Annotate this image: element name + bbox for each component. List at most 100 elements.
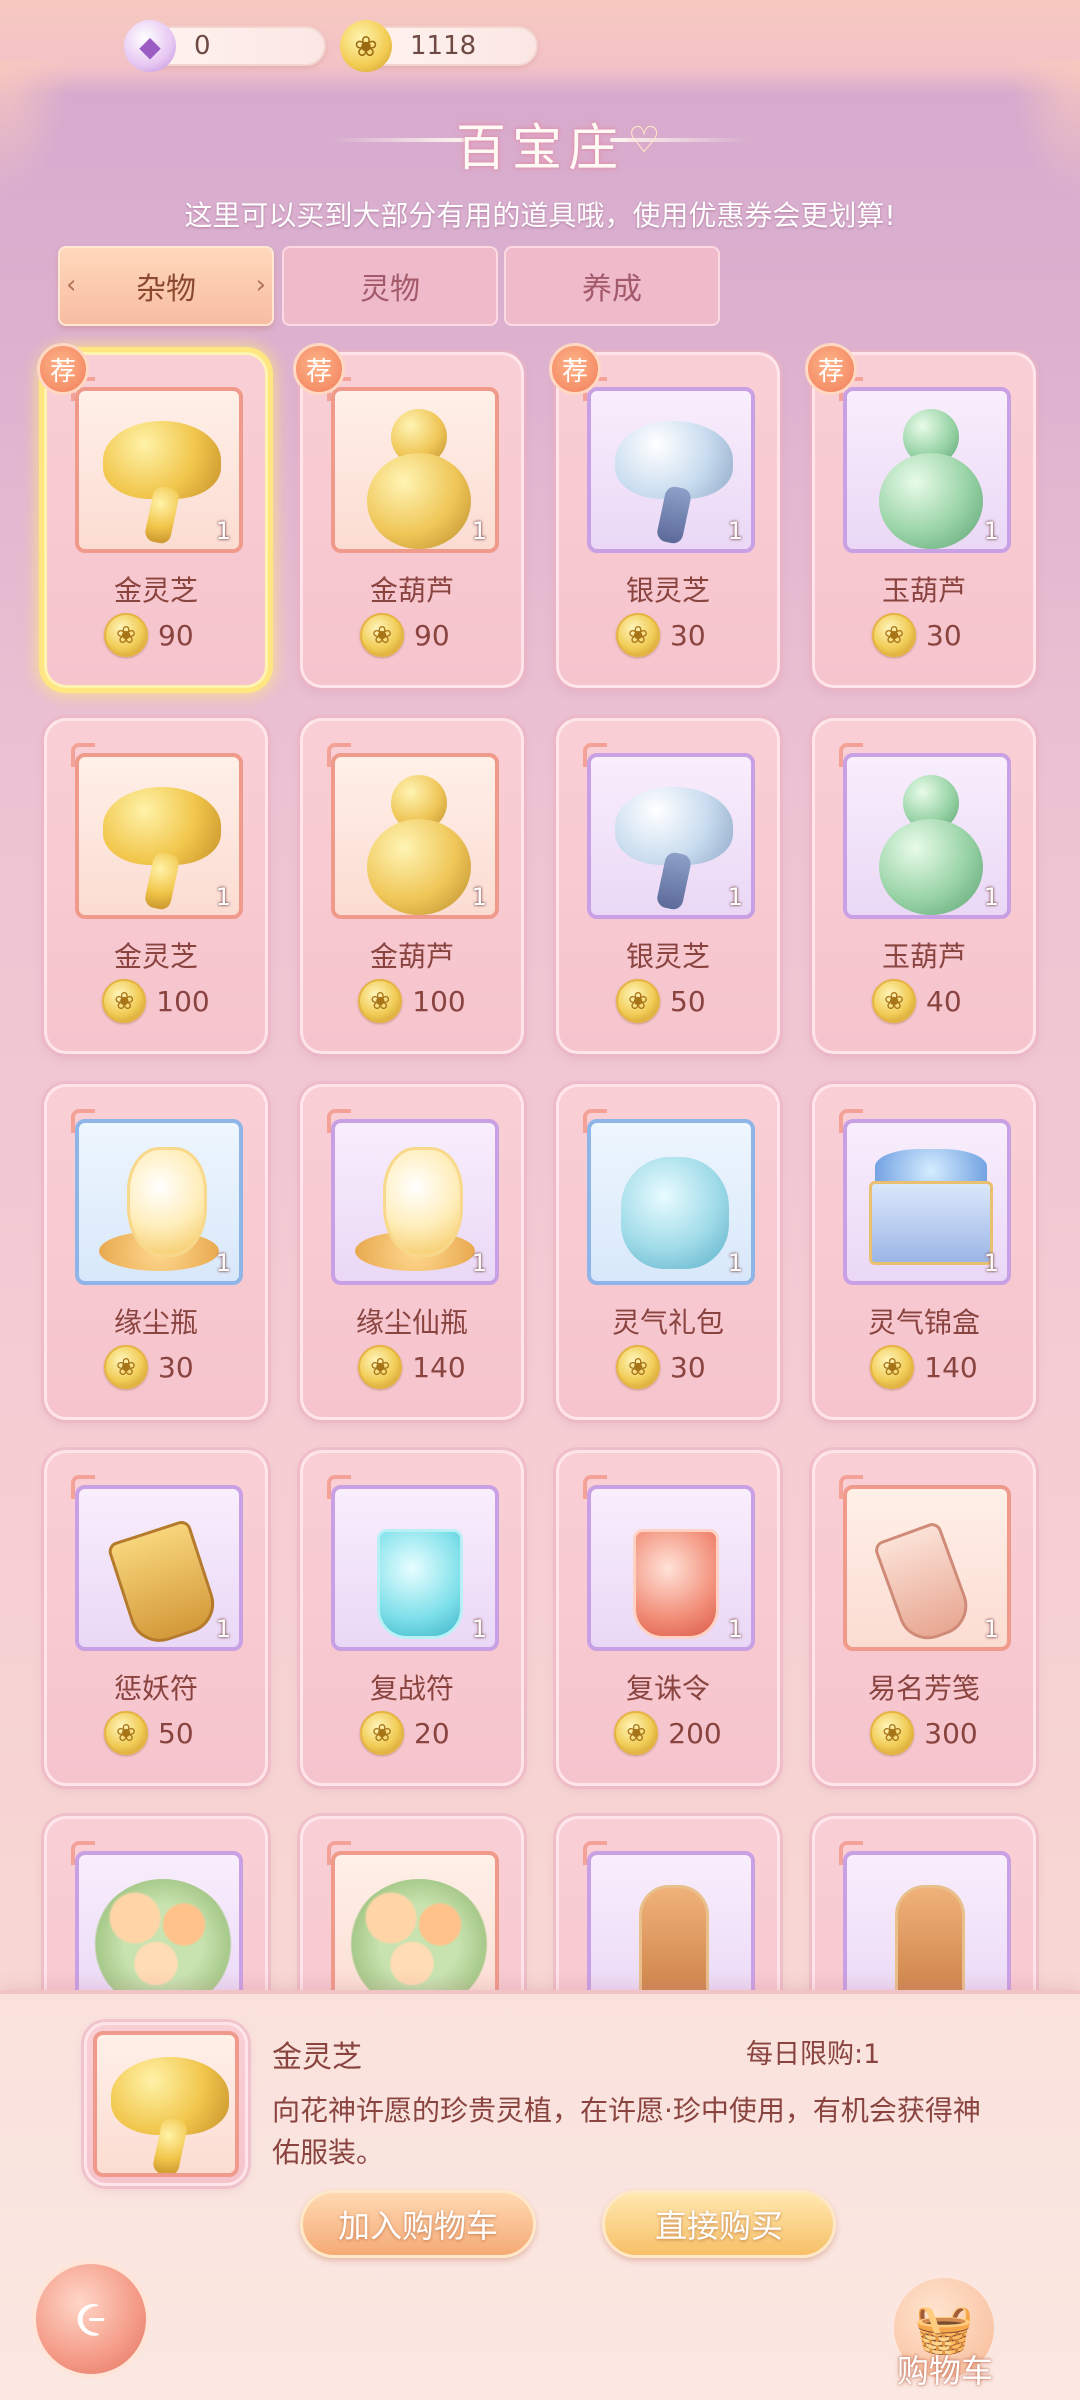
item-name: 易名芳笺 (867, 1672, 980, 1705)
item-image: 1 (587, 1119, 755, 1285)
item-quantity: 1 (215, 1615, 231, 1643)
shop-item-card[interactable]: 1 玉葫芦 ❀ 30 荐 (805, 343, 1036, 688)
cart-label[interactable]: 购物车 (880, 2346, 1010, 2392)
gourd-body (367, 819, 471, 915)
item-quantity: 1 (727, 883, 743, 911)
frame-corner-decoration (327, 743, 351, 767)
shop-item-card[interactable]: 1 易名芳笺 ❀ 300 (812, 1450, 1036, 1786)
recommend-badge: 荐 (37, 343, 89, 395)
item-image: 1 (843, 1119, 1011, 1285)
price-value: 30 (926, 618, 962, 652)
item-price: ❀ 100 (47, 979, 265, 1023)
item-price: ❀ 90 (47, 613, 265, 657)
coin-icon: ❀ (616, 613, 660, 657)
gourd-body (879, 453, 983, 549)
shop-item-card[interactable]: 1 灵气礼包 ❀ 30 (556, 1084, 780, 1420)
recommend-badge: 荐 (293, 343, 345, 395)
swirl-back-icon: ૯ (75, 2288, 107, 2349)
item-image: 1 (587, 1485, 755, 1651)
tab-cultivate[interactable]: 养成 (504, 246, 720, 326)
tab-label: 养成 (582, 272, 642, 307)
chevron-right-icon: › (255, 270, 266, 300)
item-name: 金灵芝 (113, 940, 198, 973)
add-to-cart-button[interactable]: 加入购物车 (300, 2190, 536, 2258)
bottle-icon (127, 1147, 207, 1257)
frame-corner-decoration (71, 1475, 95, 1499)
item-price: ❀ 30 (815, 613, 1033, 657)
shop-subtitle: 这里可以买到大部分有用的道具哦，使用优惠券会更划算! (184, 199, 896, 232)
recommend-badge: 荐 (805, 343, 857, 395)
price-value: 50 (670, 984, 706, 1018)
item-image: 1 (75, 753, 243, 919)
gem-counter[interactable]: ◆ 0 (124, 20, 326, 72)
frame-corner-decoration (327, 1841, 351, 1865)
price-value: 30 (158, 1350, 194, 1384)
shop-item-card[interactable]: 1 玉葫芦 ❀ 40 (812, 718, 1036, 1054)
price-value: 90 (158, 618, 194, 652)
letter-paper-icon (872, 1520, 976, 1647)
item-quantity: 1 (983, 517, 999, 545)
item-image: 1 (75, 1485, 243, 1651)
item-image: 1 (843, 387, 1011, 553)
detail-item-name: 金灵芝 (272, 2040, 362, 2075)
page-title: 百宝庄 (456, 119, 624, 177)
item-image: 1 (587, 753, 755, 919)
price-value: 100 (412, 984, 466, 1018)
coin-icon: ❀ (102, 979, 147, 1023)
shop-item-card[interactable]: 1 银灵芝 ❀ 50 (556, 718, 780, 1054)
item-image: 1 (331, 1485, 499, 1651)
item-price: ❀ 50 (559, 979, 777, 1023)
shop-item-card[interactable]: 1 复战符 ❀ 20 (300, 1450, 524, 1786)
shop-item-card[interactable]: 1 金灵芝 ❀ 90 荐 (37, 343, 268, 688)
item-price: ❀ 40 (815, 979, 1033, 1023)
item-name: 灵气礼包 (611, 1306, 724, 1339)
daily-limit-text: 每日限购:1 (746, 2039, 881, 2070)
item-price: ❀ 30 (559, 1345, 777, 1389)
coin-icon: ❀ (616, 979, 660, 1023)
shop-item-card[interactable]: 1 金葫芦 ❀ 100 (300, 718, 524, 1054)
shop-item-card[interactable]: 1 金灵芝 ❀ 100 (44, 718, 268, 1054)
shop-item-card[interactable]: 1 惩妖符 ❀ 50 (44, 1450, 268, 1786)
detail-item-image (84, 2022, 248, 2186)
item-image: 1 (331, 387, 499, 553)
item-price: ❀ 30 (559, 613, 777, 657)
coin-icon: ❀ (616, 1345, 660, 1389)
price-value: 40 (926, 984, 962, 1018)
coin-icon: ❀ (360, 1711, 404, 1755)
shop-item-card[interactable]: 1 银灵芝 ❀ 30 荐 (549, 343, 780, 688)
item-name: 复诛令 (625, 1672, 710, 1705)
price-value: 90 (414, 618, 450, 652)
coin-counter[interactable]: ❀ 1118 (340, 20, 538, 72)
shop-item-card[interactable]: 1 缘尘瓶 ❀ 30 (44, 1084, 268, 1420)
frame-corner-decoration (839, 1109, 863, 1133)
coin-icon: ❀ (104, 1345, 148, 1389)
item-image: 1 (75, 387, 243, 553)
coin-icon: ❀ (614, 1711, 659, 1755)
gem-icon: ◆ (124, 20, 176, 72)
price-value: 140 (924, 1350, 978, 1384)
heart-icon: ♡ (628, 120, 661, 161)
item-name: 灵气锦盒 (867, 1306, 980, 1339)
buy-now-button[interactable]: 直接购买 (602, 2190, 836, 2258)
price-value: 20 (414, 1716, 450, 1750)
coin-icon: ❀ (104, 613, 148, 657)
shop-item-card[interactable]: 1 复诛令 ❀ 200 (556, 1450, 780, 1786)
gourd-body (367, 453, 471, 549)
shop-title-banner: 百宝庄 ♡ (0, 100, 1080, 180)
back-button[interactable]: ૯ (32, 2260, 150, 2378)
talisman-icon (377, 1529, 463, 1639)
frame-corner-decoration (583, 1109, 607, 1133)
item-quantity: 1 (471, 1615, 487, 1643)
shop-item-card[interactable]: 1 金葫芦 ❀ 90 荐 (293, 343, 524, 688)
frame-corner-decoration (71, 1841, 95, 1865)
item-name: 复战符 (369, 1672, 454, 1705)
frame-corner-decoration (71, 743, 95, 767)
tab-misc[interactable]: ‹ 杂物 › (58, 246, 274, 326)
shop-item-card[interactable]: 1 灵气锦盒 ❀ 140 (812, 1084, 1036, 1420)
coin-icon: ❀ (872, 613, 916, 657)
item-price: ❀ 100 (303, 979, 521, 1023)
frame-corner-decoration (583, 1841, 607, 1865)
tab-spirit[interactable]: 灵物 (282, 246, 498, 326)
shop-item-card[interactable]: 1 缘尘仙瓶 ❀ 140 (300, 1084, 524, 1420)
item-image: 1 (843, 753, 1011, 919)
